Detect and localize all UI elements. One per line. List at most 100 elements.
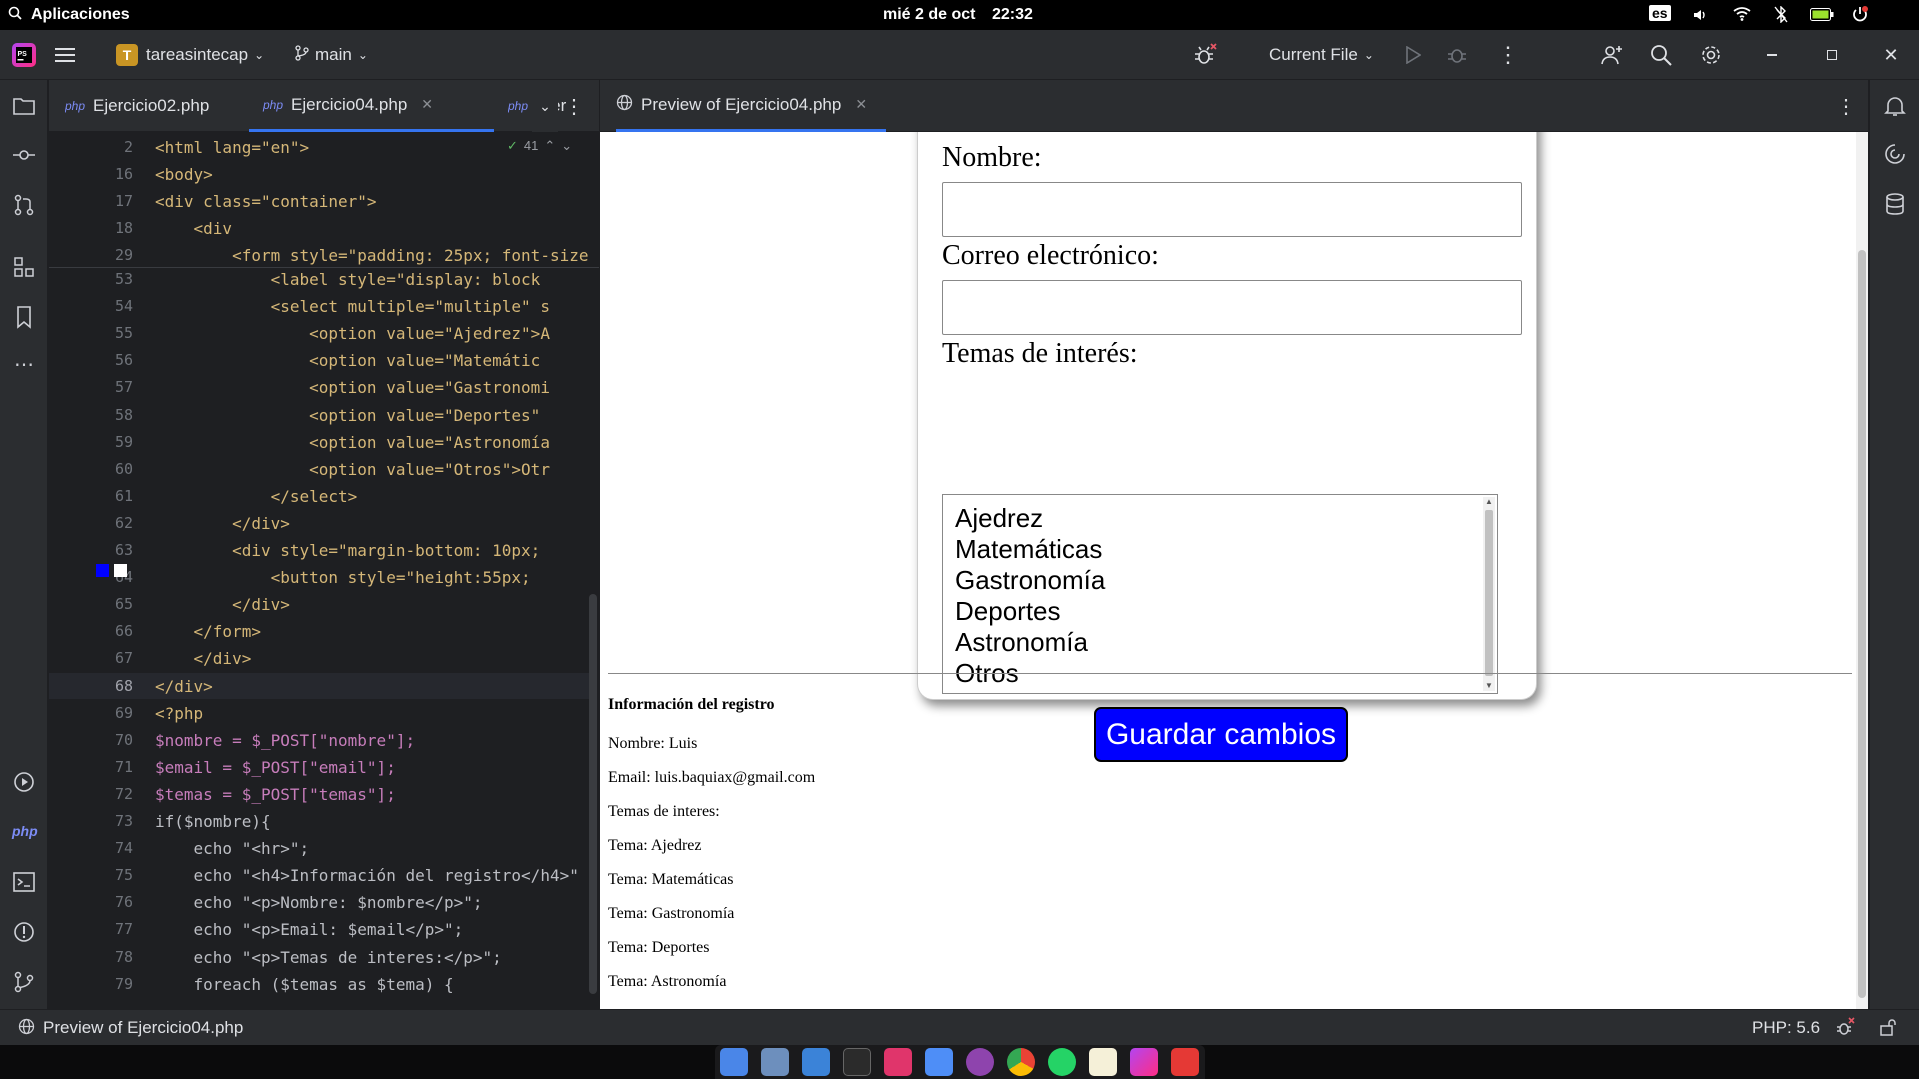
branch-switcher[interactable]: main ⌄ [295, 30, 368, 80]
code-line: echo "<h4>Información del registro</h4>" [155, 866, 579, 885]
readonly-lock-icon[interactable] [1879, 1018, 1897, 1041]
tab-ejercicio04[interactable]: php Ejercicio04.php ✕ [249, 80, 494, 132]
project-folder-icon[interactable] [12, 94, 36, 118]
code-editor[interactable]: 2 <html lang="en"> 16 <body> 17 <div cla… [49, 132, 599, 1009]
search-icon[interactable] [8, 6, 22, 25]
code-line: echo "<p>Nombre: $nombre</p>"; [155, 893, 483, 912]
option-ajedrez[interactable]: Ajedrez [955, 503, 1043, 534]
main-menu-icon[interactable] [55, 30, 75, 80]
scroll-up-arrow-icon[interactable]: ▲ [1484, 497, 1494, 507]
preview-scroll-thumb[interactable] [1858, 250, 1866, 998]
search-everywhere-icon[interactable] [1650, 30, 1672, 80]
keyboard-layout-indicator[interactable]: es [1649, 5, 1671, 21]
line-number: 59 [114, 433, 133, 451]
select-scrollbar[interactable]: ▲ ▼ [1483, 497, 1495, 691]
line-number: 57 [114, 378, 133, 396]
topics-multiselect[interactable]: Ajedrez Matemáticas Gastronomía Deportes… [942, 494, 1498, 694]
code-line: </div> [155, 595, 290, 614]
ai-assistant-icon[interactable] [1883, 142, 1907, 166]
settings-gear-icon[interactable] [1700, 30, 1722, 80]
editor-scrollbar[interactable] [589, 594, 597, 994]
more-actions-icon[interactable]: ⋮ [1497, 30, 1519, 80]
minimize-window-button[interactable] [1760, 30, 1784, 80]
dock-app-brave-icon[interactable] [966, 1048, 994, 1076]
close-tab-icon[interactable]: ✕ [421, 96, 433, 113]
scroll-down-arrow-icon[interactable]: ▼ [1484, 681, 1494, 691]
git-icon[interactable] [12, 970, 36, 994]
line-number: 71 [114, 758, 133, 776]
option-deportes[interactable]: Deportes [955, 596, 1061, 627]
dock-app-workspaces-icon[interactable] [720, 1048, 748, 1076]
globe-icon [616, 94, 633, 116]
tab-options-icon[interactable]: ⋮ [562, 80, 586, 132]
line-number: 75 [114, 866, 133, 884]
dock-app-chrome-icon[interactable] [1007, 1048, 1035, 1076]
line-number: 68 [114, 677, 133, 695]
notifications-bell-icon[interactable] [1883, 94, 1907, 118]
add-user-icon[interactable] [1600, 30, 1624, 80]
color-swatch-white[interactable] [114, 564, 127, 577]
project-switcher[interactable]: T tareasintecap ⌄ [116, 30, 264, 80]
line-number: 63 [114, 541, 133, 559]
dock-app-terminal-icon[interactable] [843, 1048, 871, 1076]
status-breadcrumb[interactable]: Preview of Ejercicio04.php [43, 1018, 243, 1038]
restore-window-button[interactable] [1820, 30, 1844, 80]
debug-icon[interactable] [1447, 30, 1467, 80]
power-menu-icon[interactable] [1852, 6, 1868, 29]
tab-list-chevron-icon[interactable]: ⌄ [532, 80, 558, 132]
code-line: foreach ($temas as $tema) { [155, 975, 454, 994]
line-number: 77 [114, 920, 133, 938]
volume-icon[interactable] [1692, 7, 1708, 28]
problems-icon[interactable] [12, 920, 36, 944]
scroll-thumb[interactable] [1485, 510, 1493, 676]
system-date[interactable]: mié 2 de oct [883, 6, 975, 24]
terminal-icon[interactable] [12, 870, 36, 894]
line-number: 29 [114, 246, 133, 264]
dock-app-finder-icon[interactable] [802, 1048, 830, 1076]
option-gastronomia[interactable]: Gastronomía [955, 565, 1105, 596]
pull-requests-icon[interactable] [12, 193, 36, 217]
option-astronomia[interactable]: Astronomía [955, 627, 1088, 658]
system-time[interactable]: 22:32 [992, 6, 1033, 24]
debug-listener-icon[interactable] [1835, 1017, 1855, 1042]
structure-icon[interactable] [12, 255, 36, 279]
php-version-indicator[interactable]: PHP: 5.6 [1752, 1018, 1820, 1038]
battery-icon[interactable] [1810, 8, 1834, 26]
code-line: echo "<p>Temas de interes:</p>"; [155, 948, 502, 967]
run-icon[interactable] [1405, 30, 1421, 80]
dock-app-whatsapp-icon[interactable] [1048, 1048, 1076, 1076]
run-config-selector[interactable]: Current File ⌄ [1269, 30, 1374, 80]
wifi-icon[interactable] [1733, 6, 1751, 27]
commit-icon[interactable] [12, 143, 36, 167]
preview-tab-bar: Preview of Ejercicio04.php ✕ ⋮ [600, 80, 1868, 132]
bookmarks-icon[interactable] [12, 305, 36, 329]
name-input[interactable] [942, 182, 1522, 237]
tab-ejercicio02[interactable]: php Ejercicio02.php [65, 80, 241, 132]
more-tool-windows-icon[interactable]: ⋯ [12, 352, 36, 376]
dock-app-phpstorm-icon[interactable] [1130, 1048, 1158, 1076]
dock-app-editor-icon[interactable] [1089, 1048, 1117, 1076]
services-icon[interactable] [12, 770, 36, 794]
inspection-widget[interactable]: ✓ 41 ⌃ ⌄ [503, 138, 577, 154]
color-swatch-blue[interactable] [96, 564, 109, 577]
dock-app-other-icon[interactable] [1171, 1048, 1199, 1076]
debug-bug-icon[interactable] [1193, 30, 1217, 80]
tab-preview[interactable]: Preview of Ejercicio04.php ✕ [616, 80, 886, 132]
save-changes-button[interactable]: Guardar cambios [1094, 707, 1348, 762]
database-icon[interactable] [1883, 192, 1907, 216]
php-tool-icon[interactable]: php [12, 823, 38, 847]
preview-options-icon[interactable]: ⋮ [1836, 80, 1856, 132]
dock-app-tasks-icon[interactable] [884, 1048, 912, 1076]
preview-scrollbar[interactable] [1856, 132, 1868, 1009]
project-letter-badge: T [116, 44, 138, 66]
dock-app-toggle-icon[interactable] [925, 1048, 953, 1076]
bluetooth-off-icon[interactable] [1774, 5, 1788, 28]
close-window-button[interactable]: ✕ [1879, 30, 1903, 80]
applications-menu[interactable]: Aplicaciones [31, 6, 130, 24]
email-input[interactable] [942, 280, 1522, 335]
dock-app-calendar-icon[interactable] [761, 1048, 789, 1076]
phpstorm-logo-icon[interactable]: PS [12, 30, 36, 80]
line-number: 2 [123, 138, 133, 156]
option-matematicas[interactable]: Matemáticas [955, 534, 1102, 565]
close-tab-icon[interactable]: ✕ [855, 96, 867, 113]
